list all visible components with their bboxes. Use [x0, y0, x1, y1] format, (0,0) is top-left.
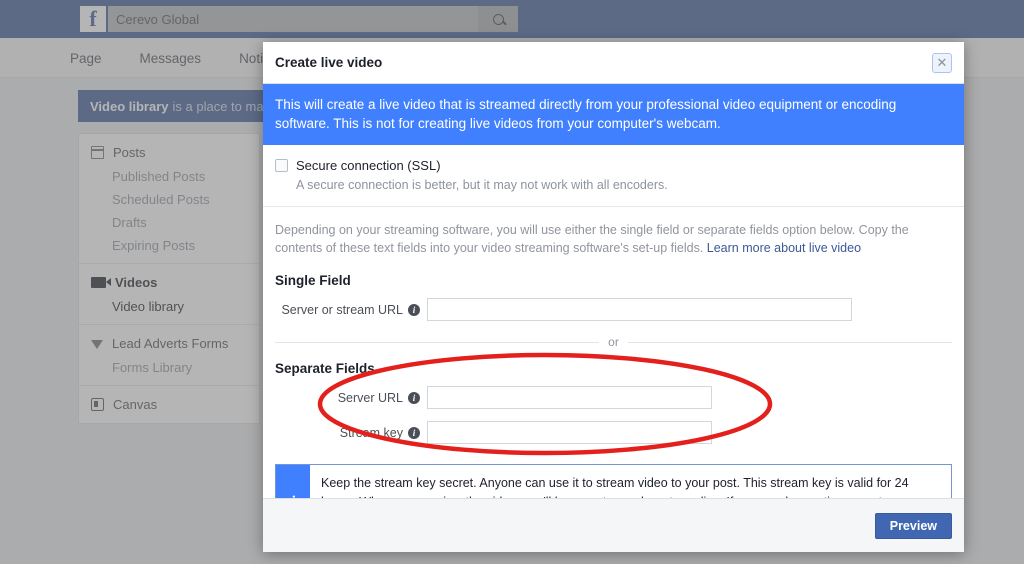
preview-button[interactable]: Preview	[874, 512, 952, 539]
server-or-stream-url-label: Server or stream URL	[281, 302, 403, 317]
ssl-checkbox-row[interactable]: Secure connection (SSL)	[275, 158, 952, 173]
dialog-info-banner: This will create a live video that is st…	[263, 84, 964, 145]
server-url-label: Server URL	[337, 390, 403, 405]
server-or-stream-url-input[interactable]	[427, 298, 852, 321]
stream-key-input[interactable]	[427, 421, 712, 444]
server-url-label-wrap: Server URL i	[275, 391, 427, 405]
stream-key-notice: i Keep the stream key secret. Anyone can…	[275, 464, 952, 498]
info-icon[interactable]: i	[408, 426, 420, 439]
server-or-stream-url-row: Server or stream URL i	[263, 292, 964, 327]
server-url-row: Server URL i	[263, 380, 964, 415]
instructions-text: Depending on your streaming software, yo…	[263, 207, 964, 263]
dialog-footer: Preview	[263, 498, 964, 552]
or-label: or	[608, 335, 619, 349]
separate-fields-heading: Separate Fields	[275, 361, 375, 376]
learn-more-link[interactable]: Learn more about live video	[707, 241, 861, 255]
ssl-section: Secure connection (SSL) A secure connect…	[263, 145, 964, 207]
create-live-video-dialog: Create live video ✕ This will create a l…	[263, 42, 964, 552]
notice-icon-box: i	[276, 465, 310, 498]
dialog-title: Create live video	[275, 55, 383, 70]
notice-text: Keep the stream key secret. Anyone can u…	[321, 476, 926, 498]
stream-key-row: Stream key i	[263, 415, 964, 450]
info-icon[interactable]: i	[408, 391, 420, 404]
ssl-checkbox[interactable]	[275, 159, 288, 172]
info-icon[interactable]: i	[408, 303, 420, 316]
single-field-heading: Single Field	[275, 273, 351, 288]
or-divider: or	[263, 327, 964, 351]
server-or-stream-url-label-wrap: Server or stream URL i	[275, 303, 427, 317]
stream-key-label-wrap: Stream key i	[275, 426, 427, 440]
ssl-hint: A secure connection is better, but it ma…	[296, 178, 668, 192]
ssl-label: Secure connection (SSL)	[296, 158, 441, 173]
dialog-header: Create live video ✕	[263, 42, 964, 84]
close-icon[interactable]: ✕	[932, 52, 952, 73]
dialog-body: Secure connection (SSL) A secure connect…	[263, 145, 964, 498]
stream-key-label: Stream key	[339, 425, 403, 440]
server-url-input[interactable]	[427, 386, 712, 409]
